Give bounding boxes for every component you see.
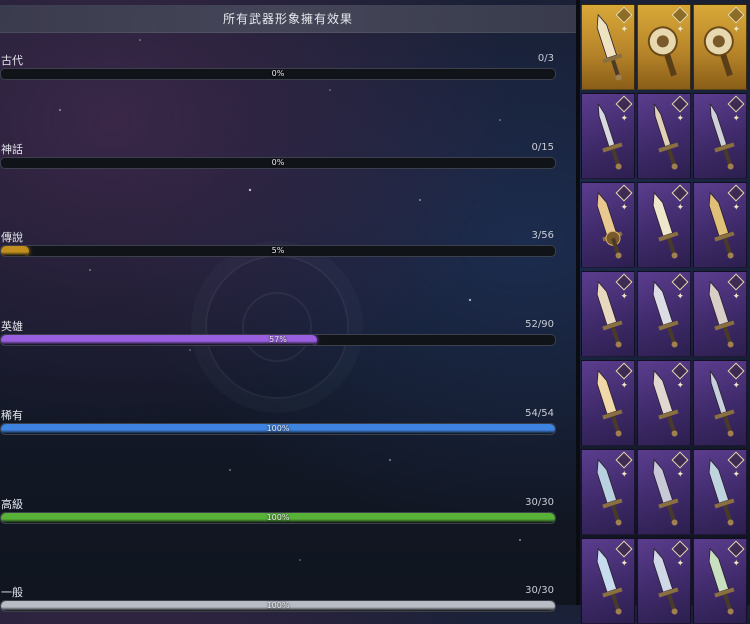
gem-slots-icon: ✦ — [732, 559, 740, 569]
gem-slots-icon: ✦ — [732, 292, 740, 302]
progress-percent: 100% — [266, 424, 290, 433]
gem-slots-icon: ✦ — [620, 25, 628, 35]
weapon-slot[interactable]: ✦ — [637, 182, 691, 268]
page-title: 所有武器形象擁有效果 — [222, 12, 353, 26]
gem-slots-icon: ✦ — [732, 470, 740, 480]
weapon-slot[interactable]: ✦ — [581, 538, 635, 624]
progress-bar: 100% — [0, 600, 556, 612]
weapon-slot[interactable]: ✦ — [637, 4, 691, 90]
weapon-slot[interactable]: ✦ — [581, 93, 635, 179]
weapon-slot[interactable]: ✦ — [693, 271, 747, 357]
gem-slots-icon: ✦ — [676, 203, 684, 213]
gem-slots-icon: ✦ — [620, 559, 628, 569]
gem-slots-icon: ✦ — [732, 381, 740, 391]
weapon-slot[interactable]: ✦ — [693, 4, 747, 90]
progress-bar: 100% — [0, 512, 556, 524]
weapon-slot[interactable]: ✦ — [693, 449, 747, 535]
gem-slots-icon: ✦ — [620, 381, 628, 391]
owned-count: 54/54 — [525, 408, 554, 419]
rarity-label: 高級 — [1, 498, 23, 511]
owned-count: 30/30 — [525, 585, 554, 596]
gem-slots-icon: ✦ — [620, 114, 628, 124]
gem-slots-icon: ✦ — [732, 114, 740, 124]
rarity-label: 古代 — [1, 54, 23, 67]
progress-percent: 100% — [266, 601, 290, 610]
page-title-bar: 所有武器形象擁有效果 — [0, 5, 576, 33]
weapon-slot[interactable]: ✦ — [637, 449, 691, 535]
gem-slots-icon: ✦ — [676, 470, 684, 480]
weapon-slot[interactable]: ✦ — [581, 449, 635, 535]
weapon-slot[interactable]: ✦ — [693, 182, 747, 268]
progress-percent: 57% — [269, 335, 287, 344]
rarity-label: 英雄 — [1, 320, 23, 333]
gem-slots-icon: ✦ — [732, 25, 740, 35]
progress-bar: 0% — [0, 157, 556, 169]
gem-slots-icon: ✦ — [676, 559, 684, 569]
gem-slots-icon: ✦ — [676, 25, 684, 35]
weapon-slot[interactable]: ✦ — [637, 360, 691, 446]
gem-slots-icon: ✦ — [676, 114, 684, 124]
progress-bar: 5% — [0, 245, 556, 257]
weapon-slot[interactable]: ✦ — [693, 93, 747, 179]
weapon-slot[interactable]: ✦ — [581, 4, 635, 90]
rarity-label: 傳說 — [1, 231, 23, 244]
gem-slots-icon: ✦ — [732, 203, 740, 213]
weapon-slot[interactable]: ✦ — [637, 538, 691, 624]
rarity-label: 神話 — [1, 143, 23, 156]
rarity-label: 一般 — [1, 586, 23, 599]
progress-percent: 5% — [271, 246, 285, 255]
rarity-label: 稀有 — [1, 409, 23, 422]
weapon-slot[interactable]: ✦ — [693, 538, 747, 624]
progress-percent: 0% — [271, 69, 285, 78]
progress-percent: 100% — [266, 513, 290, 522]
owned-count: 3/56 — [531, 230, 554, 241]
owned-count: 0/3 — [537, 53, 554, 64]
owned-count: 30/30 — [525, 497, 554, 508]
gem-slots-icon: ✦ — [676, 381, 684, 391]
weapon-slot[interactable]: ✦ — [581, 271, 635, 357]
weapon-appearance-grid: ✦ ✦ ✦ ✦ ✦ ✦ ✦ ✦ ✦ ✦ ✦ ✦ ✦ ✦ ✦ ✦ ✦ ✦ ✦ ✦ ✦ — [581, 0, 750, 624]
weapon-slot[interactable]: ✦ — [581, 360, 635, 446]
owned-count: 0/15 — [531, 142, 554, 153]
weapon-slot[interactable]: ✦ — [693, 360, 747, 446]
progress-bar: 0% — [0, 68, 556, 80]
background-emblem — [205, 255, 349, 399]
gem-slots-icon: ✦ — [676, 292, 684, 302]
progress-bar: 57% — [0, 334, 556, 346]
owned-count: 52/90 — [525, 319, 554, 330]
weapon-slot[interactable]: ✦ — [637, 271, 691, 357]
gem-slots-icon: ✦ — [620, 470, 628, 480]
progress-percent: 0% — [271, 158, 285, 167]
weapon-slot[interactable]: ✦ — [581, 182, 635, 268]
panel-divider — [576, 0, 580, 605]
gem-slots-icon: ✦ — [620, 292, 628, 302]
gem-slots-icon: ✦ — [620, 203, 628, 213]
progress-bar: 100% — [0, 423, 556, 435]
weapon-slot[interactable]: ✦ — [637, 93, 691, 179]
